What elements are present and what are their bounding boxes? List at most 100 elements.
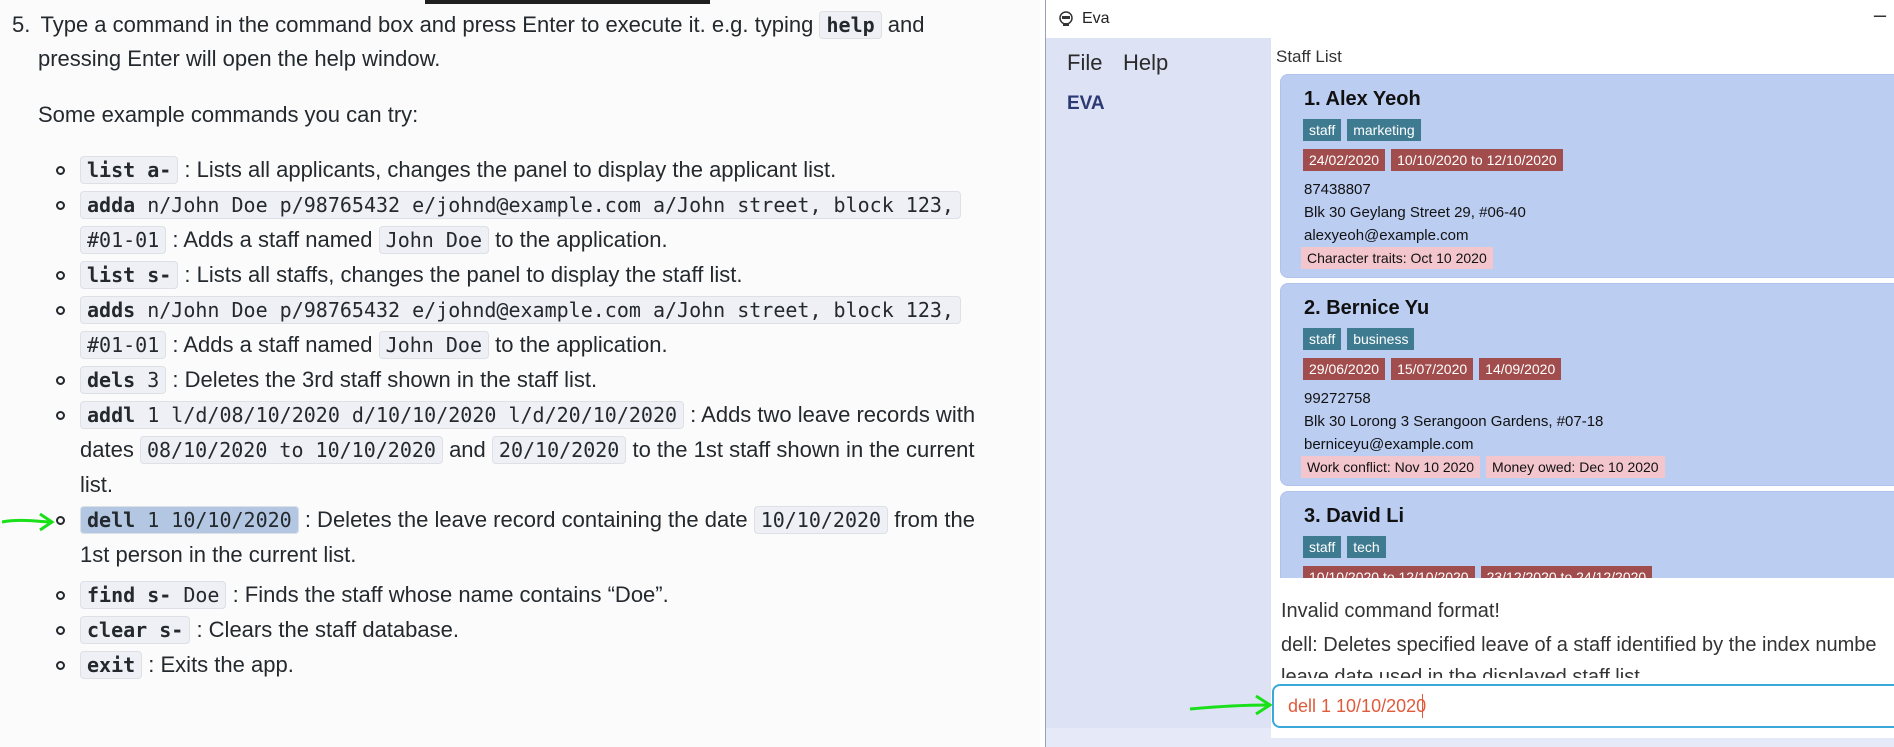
note-row: Character traits: Oct 10 2020 [1301,247,1493,269]
cmd-code-selected: dell 1 10/10/2020 [80,506,299,534]
tag: business [1347,328,1415,350]
item-tail: to the application. [495,227,668,252]
bullet [56,591,65,600]
item-desc: : Adds a staff named [166,332,373,357]
command-input-text: dell 1 10/10/2020 [1288,696,1427,716]
list-item-adds: adds n/John Doe p/98765432 e/johnd@examp… [80,295,961,325]
bullet [56,271,65,280]
item-tail: from the [894,507,975,532]
step-number: 5. [12,12,31,37]
tag: staff [1303,328,1342,350]
window-title: Eva [1082,10,1110,27]
staff-address: Blk 30 Lorong 3 Serangoon Gardens, #07-1… [1304,413,1604,430]
user-guide-panel: 5. Type a command in the command box and… [0,0,1040,747]
item-desc: : Adds a staff named [166,227,373,252]
list-header: Staff List [1276,47,1342,66]
staff-name: 1. Alex Yeoh [1304,88,1421,110]
item-desc: : Lists all applicants, changes the pane… [178,157,837,182]
bullet [56,411,65,420]
step-line-1: 5. Type a command in the command box and… [12,10,925,40]
date-code: 10/10/2020 [753,506,889,534]
note-tag: Character traits: Oct 10 2020 [1301,247,1493,269]
step-text: Type a command in the command box and pr… [40,12,814,37]
list-item-adda-cont: #01-01 : Adds a staff named John Doe to … [80,225,668,255]
step-line-2: pressing Enter will open the help window… [38,44,440,74]
date-code: 20/10/2020 [491,436,627,464]
cmd-code-cont: #01-01 [80,331,167,359]
cmd-code: list s- [80,261,179,289]
note-row: Work conflict: Nov 10 2020 Money owed: D… [1301,456,1665,478]
cmd-code: clear s- [80,616,191,644]
help-code: help [819,11,882,39]
list-item-addl: addl 1 l/d/08/10/2020 d/10/10/2020 l/d/2… [80,400,975,430]
bullet [56,376,65,385]
bullet [56,306,65,315]
leave-tag: 29/06/2020 [1303,358,1386,380]
name-code: John Doe [378,331,489,359]
staff-list[interactable]: 1. Alex Yeoh staff marketing 24/02/2020 … [1277,74,1894,612]
leave-tag: 15/07/2020 [1391,358,1474,380]
list-item-clear: clear s- : Clears the staff database. [80,615,459,645]
item-desc: : Exits the app. [142,652,294,677]
tag: marketing [1347,119,1421,141]
step-text-cont: pressing Enter will open the help window… [38,46,441,71]
bullet [56,661,65,670]
name-code: John Doe [378,226,489,254]
tag: tech [1347,536,1386,558]
menu-file[interactable]: File [1067,50,1102,76]
list-item-addl-cont2: list. [80,472,113,497]
title-bar: Eva – [1046,0,1894,39]
command-input[interactable]: dell 1 10/10/2020 [1272,684,1894,728]
staff-phone: 99272758 [1304,390,1371,407]
note-tag: Money owed: Dec 10 2020 [1486,456,1665,478]
list-item-dels: dels 3 : Deletes the 3rd staff shown in … [80,365,597,395]
list-item-list-a: list a- : Lists all applicants, changes … [80,155,836,185]
item-text: to the 1st staff shown in the current [632,437,975,462]
staff-email: berniceyu@example.com [1304,436,1474,453]
cmd-code: adda n/John Doe p/98765432 e/johnd@examp… [80,191,961,219]
item-desc: : Lists all staffs, changes the panel to… [178,262,743,287]
app-logo-icon [1059,11,1073,26]
green-arrow-icon [1,512,55,532]
result-line: leave date used in the displayed staff l… [1281,666,1640,678]
sidebar-item-eva[interactable]: EVA [1067,93,1105,115]
date-code: 08/10/2020 to 10/10/2020 [139,436,443,464]
staff-phone: 87438807 [1304,181,1371,198]
result-line: Invalid command format! [1281,600,1500,622]
minimize-button[interactable]: – [1866,4,1894,32]
tag-row: staff business [1303,328,1415,350]
list-item-adda: adda n/John Doe p/98765432 e/johnd@examp… [80,190,961,220]
green-arrow-icon [1189,694,1273,716]
cmd-code: adds n/John Doe p/98765432 e/johnd@examp… [80,296,961,324]
staff-name: 2. Bernice Yu [1304,297,1430,319]
bullet [56,516,65,525]
item-tail: to the application. [495,332,668,357]
list-item-list-s: list s- : Lists all staffs, changes the … [80,260,742,290]
result-display: Invalid command format! dell: Deletes sp… [1271,578,1894,678]
tag-row: staff marketing [1303,119,1421,141]
menu-help[interactable]: Help [1123,50,1168,76]
leave-tag: 24/02/2020 [1303,149,1386,171]
list-item-exit: exit : Exits the app. [80,650,294,680]
leave-tag: 14/09/2020 [1479,358,1562,380]
result-line: dell: Deletes specified leave of a staff… [1281,634,1877,656]
staff-card[interactable]: 1. Alex Yeoh staff marketing 24/02/2020 … [1280,74,1894,278]
item-desc: : Finds the staff whose name contains “D… [226,582,669,607]
cmd-code: dels 3 [80,366,167,394]
item-desc: : Adds two leave records with [684,402,976,427]
sidebar [1046,38,1271,728]
text-caret [1422,694,1423,718]
item-desc: : Deletes the leave record containing th… [298,507,748,532]
bullet [56,626,65,635]
staff-email: alexyeoh@example.com [1304,227,1469,244]
note-tag: Work conflict: Nov 10 2020 [1301,456,1481,478]
list-item-dell-cont: 1st person in the current list. [80,542,357,567]
cmd-code: list a- [80,156,179,184]
staff-card[interactable]: 2. Bernice Yu staff business 29/06/2020 … [1280,283,1894,486]
cmd-code: addl 1 l/d/08/10/2020 d/10/10/2020 l/d/2… [80,401,685,429]
item-text: dates [80,437,134,462]
tag-row: staff tech [1303,536,1386,558]
top-divider [425,0,710,4]
cmd-code: find s- Doe [80,581,227,609]
cmd-code: exit [80,651,143,679]
